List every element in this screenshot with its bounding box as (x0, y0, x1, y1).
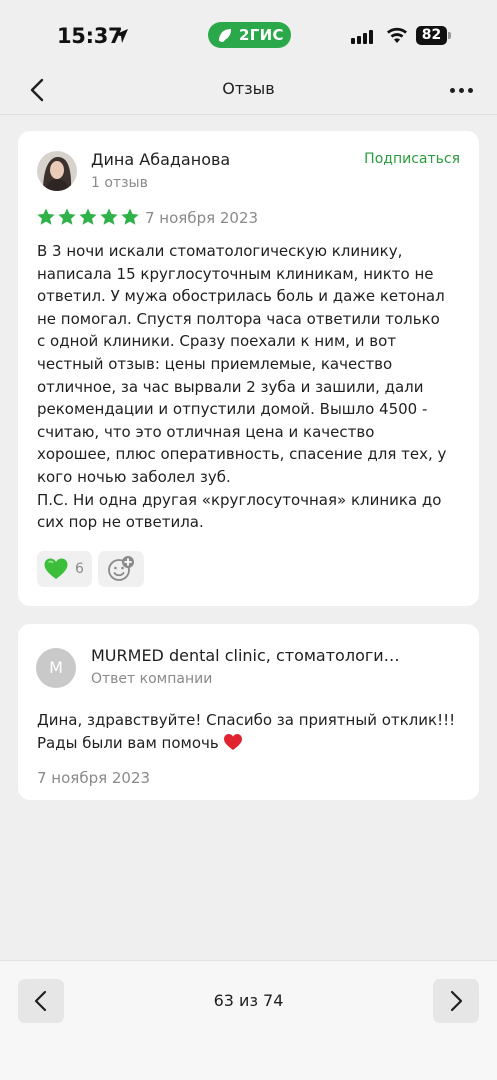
star-icon (79, 208, 97, 225)
reply-date: 7 ноября 2023 (37, 769, 151, 787)
wifi-icon (387, 27, 407, 43)
page-title: Отзыв (222, 79, 275, 98)
app-badge-label: 2ГИС (239, 26, 284, 44)
battery-icon: 82 (416, 26, 451, 45)
star-icon (100, 208, 118, 225)
heart-reaction-button[interactable]: 6 (37, 551, 92, 587)
add-reaction-button[interactable] (97, 551, 144, 587)
cell-signal-icon (351, 30, 373, 44)
company-reply-label: Ответ компании (91, 671, 213, 687)
author-avatar[interactable] (37, 151, 77, 191)
star-icon (121, 208, 139, 225)
nav-bar: Отзыв (0, 68, 497, 112)
app-badge[interactable]: 2ГИС (208, 22, 291, 48)
pagination-bar: 63 из 74 (0, 960, 497, 1080)
dot-icon (467, 87, 473, 93)
reply-text: Дина, здравствуйте! Спасибо за приятный … (37, 709, 457, 755)
red-heart-icon (223, 734, 242, 750)
review-text: В 3 ночи искали стоматологическую клиник… (37, 242, 447, 532)
reply-text-content: Дина, здравствуйте! Спасибо за приятный … (37, 711, 456, 752)
dot-icon (458, 87, 464, 93)
more-options-button[interactable] (446, 80, 476, 100)
subscribe-button[interactable]: Подписаться (364, 151, 460, 167)
heart-reaction-count: 6 (75, 561, 84, 577)
review-card: Дина Абаданова 1 отзыв Подписаться 7 ноя… (18, 131, 479, 606)
star-icon (37, 208, 55, 225)
2gis-logo-icon (219, 29, 231, 42)
nav-divider (0, 114, 497, 115)
dot-icon (449, 87, 455, 93)
green-heart-icon (44, 558, 68, 579)
chevron-right-icon (450, 990, 463, 1012)
status-bar: 15:37 2ГИС 82 (0, 0, 497, 72)
company-avatar[interactable]: M (36, 648, 76, 688)
rating-stars (36, 207, 140, 227)
location-arrow-icon (114, 29, 128, 43)
battery-level: 82 (416, 26, 447, 45)
company-name[interactable]: MURMED dental clinic, стоматологи… (91, 646, 461, 665)
author-name[interactable]: Дина Абаданова (91, 150, 230, 169)
reactions-bar: 6 (37, 551, 144, 587)
next-review-button[interactable] (433, 979, 479, 1023)
author-review-count: 1 отзыв (91, 175, 148, 191)
company-reply-card: M MURMED dental clinic, стоматологи… Отв… (18, 624, 479, 800)
review-date: 7 ноября 2023 (145, 209, 259, 227)
page-counter: 63 из 74 (213, 991, 284, 1010)
add-emoji-icon (108, 556, 134, 581)
avatar-photo-icon (37, 151, 77, 191)
star-icon (58, 208, 76, 225)
